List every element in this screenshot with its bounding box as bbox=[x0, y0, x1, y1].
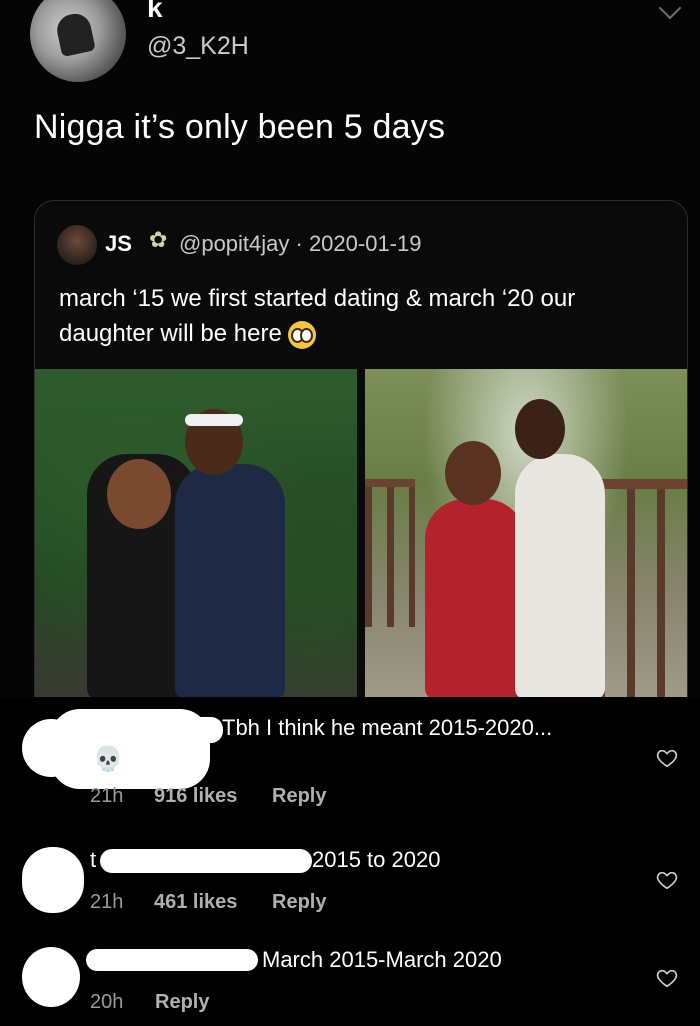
comment-text: March 2015-March 2020 bbox=[262, 947, 502, 972]
comment-time: 20h bbox=[90, 991, 124, 1013]
display-name[interactable]: k bbox=[147, 0, 163, 24]
username-redaction bbox=[86, 949, 258, 971]
reply-button[interactable]: Reply bbox=[272, 891, 326, 914]
photo-couple-teens[interactable] bbox=[35, 369, 357, 699]
avatar[interactable] bbox=[22, 947, 80, 1007]
pleading-face-icon bbox=[287, 320, 316, 349]
reply-button[interactable]: Reply bbox=[155, 991, 209, 1014]
heart-icon[interactable] bbox=[656, 869, 678, 891]
photo-couple-pregnant[interactable] bbox=[365, 369, 687, 699]
comment-text: Tbh I think he meant 2015-2020... bbox=[222, 715, 553, 740]
reply-label: Reply bbox=[155, 991, 210, 1013]
skull-icon: 💀 bbox=[93, 746, 123, 773]
avatar[interactable] bbox=[57, 225, 97, 265]
person-head bbox=[445, 441, 501, 505]
person-head bbox=[107, 459, 171, 529]
headband bbox=[185, 414, 243, 426]
person-figure bbox=[515, 454, 605, 699]
quoted-tweet[interactable]: JS ✿ @popit4jay · 2020-01-19 march ‘15 w… bbox=[34, 200, 688, 702]
heart-icon[interactable] bbox=[656, 967, 678, 989]
person-figure bbox=[175, 464, 285, 699]
username-redaction bbox=[100, 849, 312, 873]
comment-text: 2015 to 2020 bbox=[312, 847, 441, 872]
comment-time: 21h bbox=[90, 785, 124, 807]
likes-count: 916 likes bbox=[154, 785, 238, 807]
comments-section: Tbh I think he meant 2015-2020... 💀 21h … bbox=[0, 697, 700, 1026]
comment-likes[interactable]: 916 likes bbox=[154, 785, 237, 808]
quoted-text: march ‘15 we first started dating & marc… bbox=[59, 281, 669, 351]
user-handle[interactable]: @3_K2H bbox=[147, 32, 249, 61]
quoted-meta: @popit4jay · 2020-01-19 bbox=[179, 231, 422, 256]
bridge-rail bbox=[365, 479, 415, 627]
quoted-display-name: JS bbox=[105, 231, 132, 256]
reply-label: Reply bbox=[272, 785, 327, 807]
fairy-icon: ✿ bbox=[149, 227, 168, 252]
quoted-text-body: march ‘15 we first started dating & marc… bbox=[59, 285, 576, 347]
chevron-down-icon[interactable] bbox=[658, 0, 682, 20]
tweet-text: Nigga it’s only been 5 days bbox=[34, 108, 446, 146]
tweet-card: k @3_K2H Nigga it’s only been 5 days JS … bbox=[0, 0, 700, 702]
likes-count: 461 likes bbox=[154, 891, 238, 913]
heart-icon[interactable] bbox=[656, 747, 678, 769]
redaction bbox=[22, 847, 84, 913]
reply-label: Reply bbox=[272, 891, 327, 913]
reply-button[interactable]: Reply bbox=[272, 785, 326, 808]
person-head bbox=[515, 399, 565, 459]
person-figure bbox=[425, 499, 525, 699]
comment-likes[interactable]: 461 likes bbox=[154, 891, 237, 914]
bridge-rail bbox=[597, 479, 687, 699]
username-redaction bbox=[88, 717, 223, 743]
comment-username-partial[interactable]: t bbox=[90, 847, 96, 873]
comment-time: 21h bbox=[90, 891, 124, 913]
avatar[interactable] bbox=[30, 0, 126, 82]
